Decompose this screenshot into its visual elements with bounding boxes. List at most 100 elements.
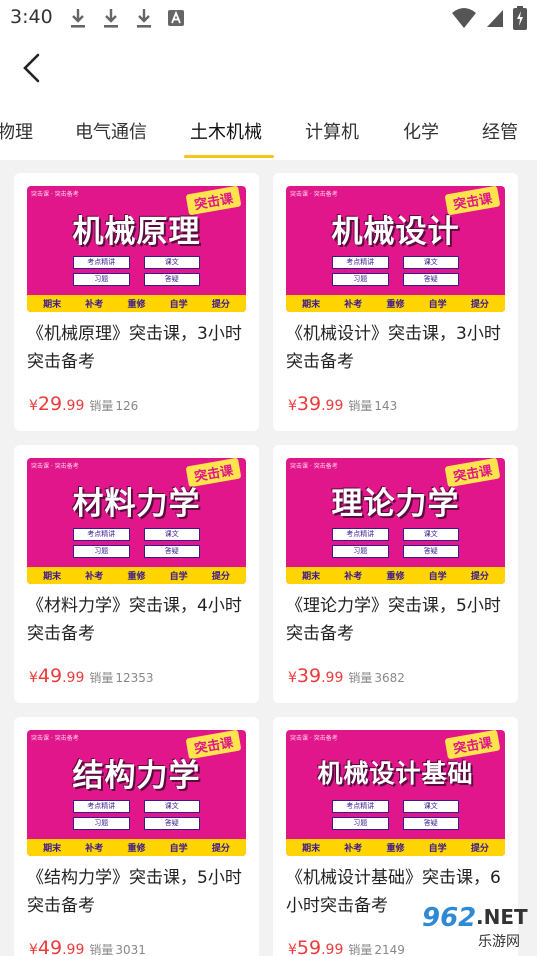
price-integer: 59	[296, 937, 322, 956]
thumb-bottom-label: 重修	[386, 844, 405, 854]
course-title[interactable]: 《机械设计》突击课，3小时突击备考	[286, 320, 508, 376]
tab-active-indicator	[184, 155, 274, 158]
thumb-box-row: 考点精讲 课文	[73, 256, 200, 269]
thumb-box: 习题	[332, 545, 389, 558]
thumb-topline: 突击课 · 突击备考	[290, 463, 338, 470]
thumb-bottom-bar: 期末 补考 重修 自学 提分	[286, 839, 505, 856]
thumb-box: 习题	[73, 817, 130, 830]
tab-chemistry[interactable]: 化学	[403, 118, 439, 144]
thumb-bottom-bar: 期末 补考 重修 自学 提分	[286, 295, 505, 312]
thumb-box: 考点精讲	[73, 528, 130, 541]
course-title[interactable]: 《理论力学》突击课，5小时突击备考	[286, 592, 508, 648]
course-card[interactable]: 突击课 · 突击备考 突击课 理论力学 考点精讲 课文 习题 答疑 期末 补考 …	[273, 445, 518, 703]
thumb-box: 答疑	[143, 273, 200, 286]
course-thumbnail: 突击课 · 突击备考 突击课 机械设计基础 考点精讲 课文 习题 答疑 期末 补…	[286, 730, 505, 856]
thumb-box: 答疑	[143, 817, 200, 830]
price-currency: ¥	[29, 670, 38, 686]
course-card[interactable]: 突击课 · 突击备考 突击课 机械原理 考点精讲 课文 习题 答疑 期末 补考 …	[14, 173, 259, 431]
course-card[interactable]: 突击课 · 突击备考 突击课 机械设计 考点精讲 课文 习题 答疑 期末 补考 …	[273, 173, 518, 431]
download-icon	[104, 9, 118, 28]
course-thumbnail: 突击课 · 突击备考 突击课 结构力学 考点精讲 课文 习题 答疑 期末 补考 …	[27, 730, 246, 856]
sales-label: 销量	[348, 671, 373, 685]
thumb-bottom-bar: 期末 补考 重修 自学 提分	[286, 567, 505, 584]
sales-count: 143	[374, 399, 398, 413]
thumb-box: 考点精讲	[73, 800, 130, 813]
thumb-bottom-label: 提分	[470, 572, 489, 582]
thumb-box: 习题	[73, 273, 130, 286]
thumb-topline: 突击课 · 突击备考	[290, 191, 338, 198]
thumb-box-row: 习题 答疑	[332, 817, 459, 830]
thumb-bottom-label: 补考	[344, 844, 363, 854]
download-icon	[137, 9, 151, 28]
price-currency: ¥	[288, 398, 297, 414]
thumb-title: 结构力学	[72, 758, 201, 794]
thumb-bottom-label: 自学	[169, 572, 188, 582]
thumb-bottom-label: 期末	[302, 572, 321, 582]
thumb-box: 课文	[143, 800, 200, 813]
thumb-bottom-label: 期末	[302, 300, 321, 310]
thumb-bottom-bar: 期末 补考 重修 自学 提分	[27, 567, 246, 584]
thumb-title: 机械设计基础	[317, 759, 474, 788]
thumb-bottom-label: 重修	[127, 572, 146, 582]
sales-label: 销量	[348, 943, 373, 956]
thumb-box: 考点精讲	[73, 256, 130, 269]
price-row: ¥29.99 销量 126	[29, 393, 138, 423]
thumb-box-row: 考点精讲 课文	[332, 528, 459, 541]
thumb-bottom-label: 期末	[43, 572, 62, 582]
signal-icon	[487, 10, 503, 27]
wifi-icon	[452, 8, 476, 28]
thumb-box: 习题	[332, 817, 389, 830]
price-decimal: .99	[321, 670, 344, 686]
price-row: ¥49.99 销量 3031	[29, 937, 146, 956]
thumb-bottom-label: 补考	[85, 844, 104, 854]
thumb-bottom-label: 提分	[211, 844, 230, 854]
tab-economics-management[interactable]: 经管	[482, 118, 518, 144]
price-integer: 49	[37, 937, 63, 956]
price-currency: ¥	[288, 942, 297, 956]
thumb-bottom-bar: 期末 补考 重修 自学 提分	[27, 295, 246, 312]
course-thumbnail: 突击课 · 突击备考 突击课 机械设计 考点精讲 课文 习题 答疑 期末 补考 …	[286, 186, 505, 312]
a-notification-icon	[168, 10, 184, 26]
price-decimal: .99	[62, 670, 85, 686]
course-card[interactable]: 突击课 · 突击备考 突击课 结构力学 考点精讲 课文 习题 答疑 期末 补考 …	[14, 717, 259, 956]
thumb-box-row: 习题 答疑	[332, 273, 459, 286]
tab-computer[interactable]: 计算机	[305, 118, 359, 144]
thumb-bottom-label: 补考	[344, 572, 363, 582]
price-decimal: .99	[321, 398, 344, 414]
category-tabs: 物理 电气通信 土木机械 计算机 化学 经管	[0, 100, 537, 160]
thumb-box-row: 习题 答疑	[73, 817, 200, 830]
thumb-bottom-label: 期末	[43, 844, 62, 854]
tab-physics[interactable]: 物理	[0, 118, 33, 144]
thumb-bottom-label: 提分	[470, 300, 489, 310]
course-title[interactable]: 《结构力学》突击课，5小时突击备考	[27, 864, 249, 920]
price-row: ¥39.99 销量 143	[288, 393, 397, 423]
thumb-bottom-label: 补考	[85, 300, 104, 310]
course-title[interactable]: 《材料力学》突击课，4小时突击备考	[27, 592, 249, 648]
thumb-box: 习题	[73, 545, 130, 558]
sales-count: 3031	[115, 943, 146, 956]
tab-electrical-communication[interactable]: 电气通信	[75, 118, 147, 144]
watermark-number: 962	[422, 903, 477, 933]
thumb-box-row: 考点精讲 课文	[332, 800, 459, 813]
price-currency: ¥	[29, 942, 38, 956]
thumb-bottom-label: 期末	[302, 844, 321, 854]
thumb-bottom-label: 补考	[344, 300, 363, 310]
thumb-title: 机械原理	[72, 214, 201, 250]
thumb-bottom-label: 重修	[127, 844, 146, 854]
course-title[interactable]: 《机械原理》突击课，3小时突击备考	[27, 320, 249, 376]
thumb-bottom-label: 自学	[169, 844, 188, 854]
course-card[interactable]: 突击课 · 突击备考 突击课 材料力学 考点精讲 课文 习题 答疑 期末 补考 …	[14, 445, 259, 703]
price-row: ¥59.99 销量 2149	[288, 937, 405, 956]
status-time: 3:40	[10, 6, 53, 28]
thumb-box: 答疑	[402, 273, 459, 286]
tab-civil-mechanical[interactable]: 土木机械	[190, 118, 262, 144]
thumb-box: 考点精讲	[332, 256, 389, 269]
status-bar: 3:40	[0, 0, 537, 36]
thumb-bottom-label: 重修	[386, 572, 405, 582]
app-header	[0, 36, 537, 100]
thumb-title: 理论力学	[331, 486, 460, 522]
sales-count: 2149	[374, 943, 405, 956]
price-decimal: .99	[62, 942, 85, 956]
chevron-left-icon[interactable]	[16, 50, 52, 86]
thumb-box-row: 习题 答疑	[73, 545, 200, 558]
